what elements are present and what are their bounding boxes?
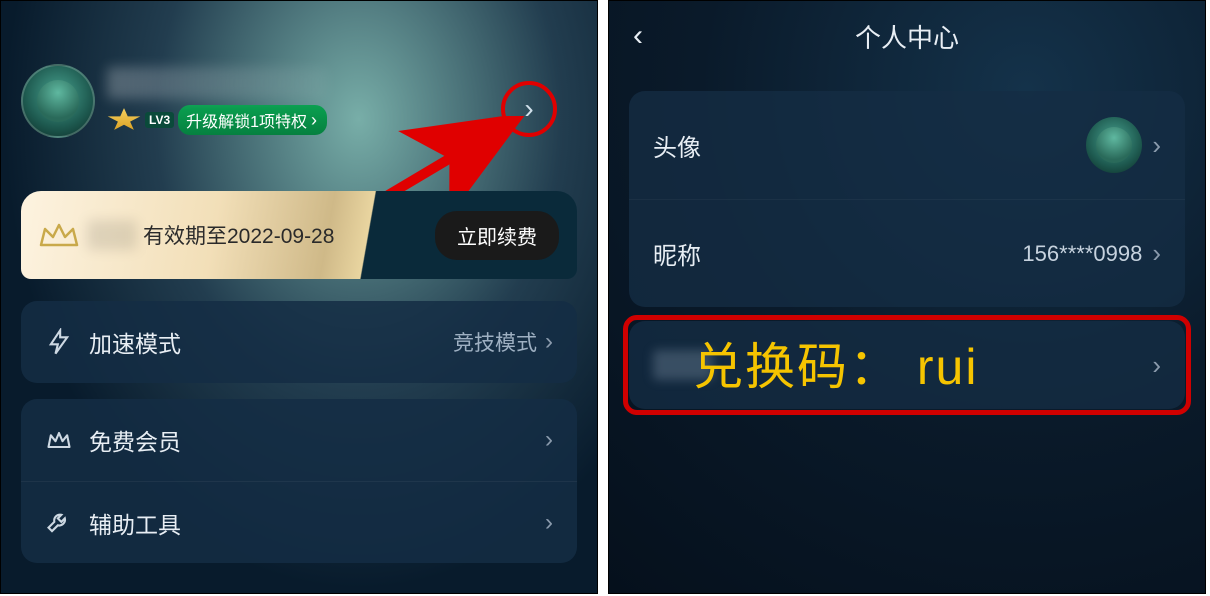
row-label: 加速模式 [89, 325, 453, 359]
profile-center-panel-right: ‹ 个人中心 头像 › 昵称 156****0998 › › 兑换码： rui [608, 0, 1206, 594]
row-tools[interactable]: 辅助工具 › [21, 481, 577, 563]
crown-icon [39, 221, 79, 249]
chevron-right-icon: › [545, 328, 553, 356]
renew-button[interactable]: 立即续费 [435, 211, 559, 260]
profile-enter-chevron-icon[interactable]: › [524, 95, 533, 123]
row-label: 辅助工具 [89, 506, 545, 540]
level-tag: LV3 [145, 112, 174, 128]
redeem-label-redacted [653, 350, 713, 380]
chevron-right-icon: › [545, 426, 553, 454]
wrench-icon [45, 509, 73, 537]
row-label: 免费会员 [89, 423, 545, 457]
profile-card: 头像 › 昵称 156****0998 › [629, 91, 1185, 307]
crown-outline-icon [45, 426, 73, 454]
row-accel-mode[interactable]: 加速模式 竞技模式 › [21, 301, 577, 383]
row-free-member[interactable]: 免费会员 › [21, 399, 577, 481]
chevron-right-icon: › [545, 509, 553, 537]
chevron-right-icon: › [1152, 238, 1161, 269]
row-avatar[interactable]: 头像 › [629, 91, 1185, 199]
page-title: 个人中心 [609, 11, 1205, 61]
annotation-circle: › [501, 81, 557, 137]
row-redeem-code[interactable]: › [629, 321, 1185, 409]
row-label: 昵称 [653, 236, 1022, 271]
settings-panel-left: LV3 升级解锁1项特权 › 有效期至2022-09-28 立即续费 [0, 0, 598, 594]
unlock-privilege-pill[interactable]: 升级解锁1项特权 [178, 105, 327, 135]
settings-card-2: 免费会员 › 辅助工具 › [21, 399, 577, 563]
chevron-right-icon: › [1152, 350, 1161, 381]
chevron-right-icon: › [1152, 130, 1161, 161]
avatar-thumbnail [1086, 117, 1142, 173]
settings-card-1: 加速模式 竞技模式 › [21, 301, 577, 383]
bolt-icon [45, 328, 73, 356]
settings-list: 加速模式 竞技模式 › 免费会员 › 辅助工具 › [21, 301, 577, 579]
level-star-icon [107, 108, 141, 132]
row-value: 竞技模式 [453, 327, 537, 357]
avatar[interactable] [21, 64, 95, 138]
row-nickname[interactable]: 昵称 156****0998 › [629, 199, 1185, 307]
unlock-privilege-label: 升级解锁1项特权 [186, 108, 307, 132]
vip-text-redacted [87, 220, 137, 250]
vip-expiry-text: 有效期至2022-09-28 [143, 220, 334, 250]
user-header: LV3 升级解锁1项特权 [21, 56, 577, 146]
row-label: 头像 [653, 128, 1086, 163]
nickname-value: 156****0998 [1022, 241, 1142, 267]
username-redacted [107, 67, 327, 99]
vip-card: 有效期至2022-09-28 立即续费 [21, 191, 577, 279]
